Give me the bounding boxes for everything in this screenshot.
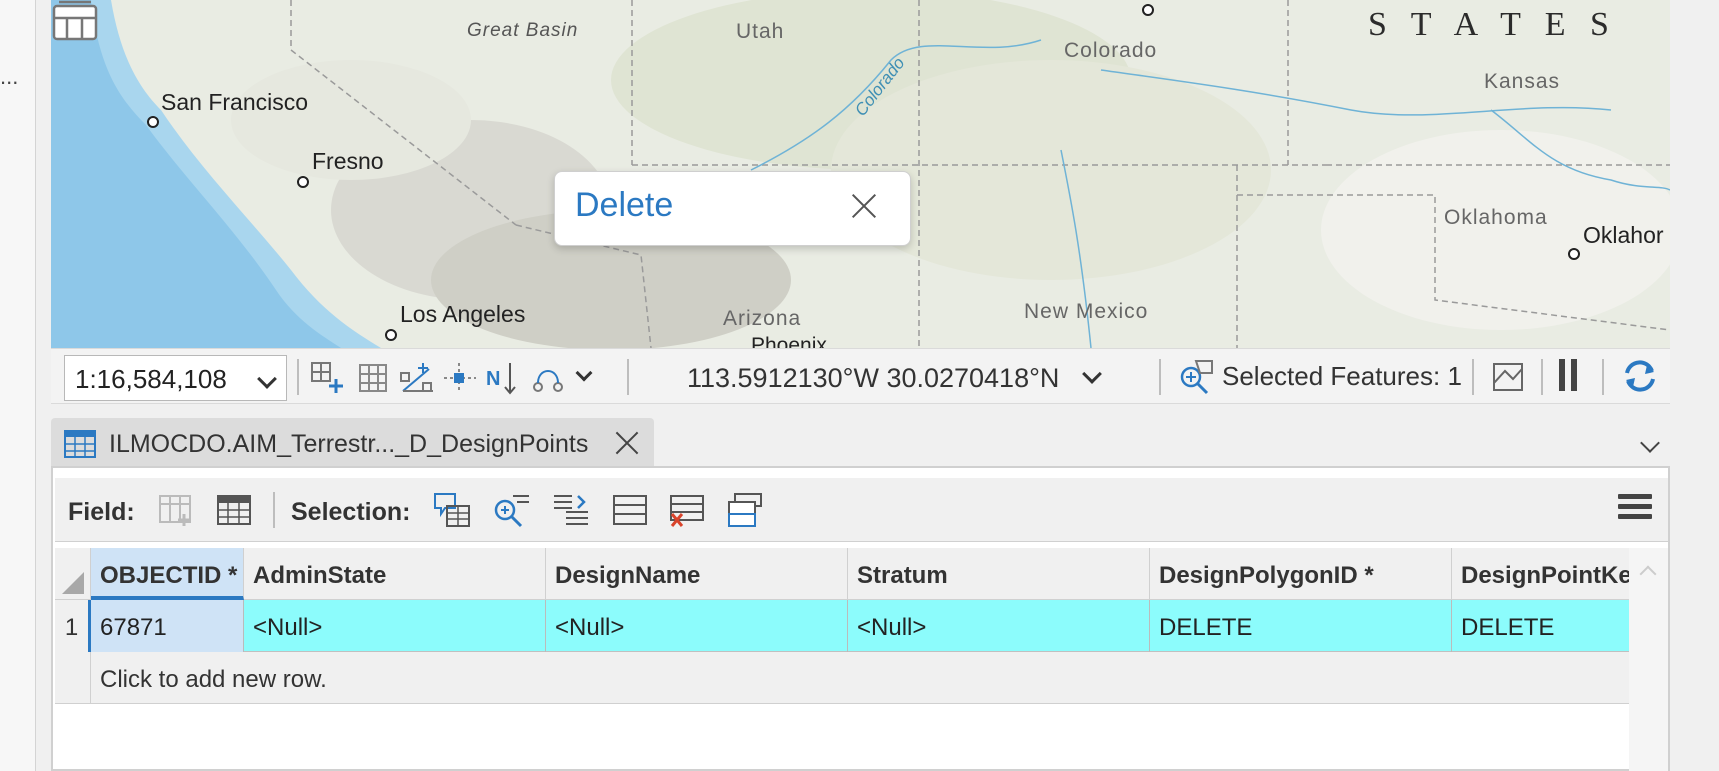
zoom-to-selection-icon[interactable] xyxy=(1178,359,1214,395)
pause-icon-bar xyxy=(1571,359,1577,391)
north-arrow-icon[interactable]: N xyxy=(486,361,522,395)
cell-designpointkey[interactable]: DELETE xyxy=(1452,600,1629,652)
map-legend-icon[interactable] xyxy=(51,0,99,42)
grid-icon[interactable] xyxy=(356,361,392,395)
city-san-francisco: San Francisco xyxy=(161,89,309,115)
scale-select[interactable]: 1:16,584,108 xyxy=(64,355,287,401)
add-new-row[interactable]: Click to add new row. xyxy=(55,652,1629,704)
table-menu-icon[interactable] xyxy=(1618,494,1652,524)
more-chevron-icon[interactable] xyxy=(575,364,593,382)
add-field-icon[interactable] xyxy=(157,492,195,528)
chevron-down-icon[interactable] xyxy=(1082,364,1102,384)
divider xyxy=(1541,359,1543,395)
column-header-designpointkey[interactable]: DesignPointKe xyxy=(1452,548,1629,600)
zoom-to-selection-icon[interactable] xyxy=(493,492,531,528)
header-row: OBJECTID * AdminState DesignName Stratum… xyxy=(55,548,1629,600)
city-los-angeles: Los Angeles xyxy=(400,301,526,327)
add-row-text: Click to add new row. xyxy=(100,666,327,693)
divider xyxy=(1472,359,1474,395)
map-status-bar: 1:16,584,108 N 113.5912130°W 30.0270418°… xyxy=(51,348,1670,404)
row-stub xyxy=(55,652,91,704)
chevron-down-icon xyxy=(257,369,277,389)
close-icon[interactable] xyxy=(848,190,880,222)
divider xyxy=(1602,359,1604,395)
divider xyxy=(297,359,299,395)
chevron-down-icon[interactable] xyxy=(1640,433,1660,453)
city-marker xyxy=(1142,4,1154,16)
cell-adminstate[interactable]: <Null> xyxy=(244,600,546,652)
vertical-scrollbar[interactable] xyxy=(1629,548,1668,771)
switch-selection-icon[interactable] xyxy=(552,492,590,528)
chevron-up-icon[interactable] xyxy=(1639,565,1657,583)
divider xyxy=(627,359,629,395)
divider xyxy=(273,492,275,528)
state-arizona: Arizona xyxy=(723,307,802,330)
snap-point-icon[interactable] xyxy=(442,361,478,395)
svg-text:N: N xyxy=(486,368,500,390)
map-view[interactable]: Great Basin Utah Colorado S T A T E S Ka… xyxy=(51,0,1670,348)
pause-icon[interactable] xyxy=(1559,359,1565,391)
measure-icon[interactable] xyxy=(530,361,566,395)
state-kansas: Kansas xyxy=(1484,70,1561,93)
delete-popup: Delete xyxy=(554,171,911,246)
country-label: S T A T E S xyxy=(1368,6,1617,43)
column-header-designpolygonid[interactable]: DesignPolygonID * xyxy=(1150,548,1452,600)
selected-features-count[interactable]: Selected Features: 1 xyxy=(1222,361,1462,392)
city-phoenix: Phoenix xyxy=(751,334,827,348)
coordinates-readout: 113.5912130°W 30.0270418°N xyxy=(687,363,1060,393)
select-all-corner[interactable] xyxy=(55,548,91,600)
cell-stratum[interactable]: <Null> xyxy=(848,600,1150,652)
city-marker xyxy=(297,176,309,188)
state-new-mexico: New Mexico xyxy=(1024,300,1149,323)
city-fresno: Fresno xyxy=(312,148,384,174)
selection-label: Selection: xyxy=(291,498,411,526)
state-oklahoma: Oklahoma xyxy=(1444,206,1548,229)
city-oklahoma-city: Oklahor xyxy=(1583,222,1664,248)
table-icon xyxy=(64,430,96,458)
select-by-attributes-icon[interactable] xyxy=(433,492,471,528)
cell-designpolygonid[interactable]: DELETE xyxy=(1150,600,1452,652)
snapping-icon[interactable] xyxy=(310,361,346,395)
column-header-designname[interactable]: DesignName xyxy=(546,548,848,600)
table-row[interactable]: 1 67871 <Null> <Null> <Null> DELETE DELE… xyxy=(55,600,1629,652)
city-marker xyxy=(1568,248,1580,260)
left-panel: ... xyxy=(0,0,36,771)
cell-designname[interactable]: <Null> xyxy=(546,600,848,652)
attribute-table-tab[interactable]: ILMOCDO.AIM_Terrestr..._D_DesignPoints xyxy=(51,418,654,466)
calculate-field-icon[interactable] xyxy=(215,492,253,528)
popup-title: Delete xyxy=(575,186,674,224)
more-ellipsis[interactable]: ... xyxy=(0,64,18,90)
state-colorado: Colorado xyxy=(1064,39,1158,62)
close-tab-icon[interactable] xyxy=(614,430,640,456)
scale-value: 1:16,584,108 xyxy=(75,364,227,394)
region-great-basin: Great Basin xyxy=(467,20,579,41)
delete-selected-icon[interactable] xyxy=(726,492,764,528)
select-all-icon[interactable] xyxy=(611,492,649,528)
map-extent-icon[interactable] xyxy=(1491,361,1525,393)
table-toolbar: Field: Selection: xyxy=(55,478,1668,542)
clear-selection-icon[interactable] xyxy=(668,492,706,528)
city-marker xyxy=(385,329,397,341)
field-label: Field: xyxy=(68,498,135,526)
column-header-objectid[interactable]: OBJECTID * xyxy=(91,548,244,600)
refresh-icon[interactable] xyxy=(1621,357,1659,395)
state-utah: Utah xyxy=(736,20,785,43)
constraints-icon[interactable] xyxy=(399,361,435,395)
row-number[interactable]: 1 xyxy=(55,600,91,652)
cell-objectid[interactable]: 67871 xyxy=(91,600,244,652)
city-marker xyxy=(147,116,159,128)
attribute-table: Field: Selection: OBJECTID * AdminState … xyxy=(51,466,1670,771)
column-header-stratum[interactable]: Stratum xyxy=(848,548,1150,600)
tab-title: ILMOCDO.AIM_Terrestr..._D_DesignPoints xyxy=(109,430,589,458)
column-header-adminstate[interactable]: AdminState xyxy=(244,548,546,600)
divider xyxy=(1159,359,1161,395)
